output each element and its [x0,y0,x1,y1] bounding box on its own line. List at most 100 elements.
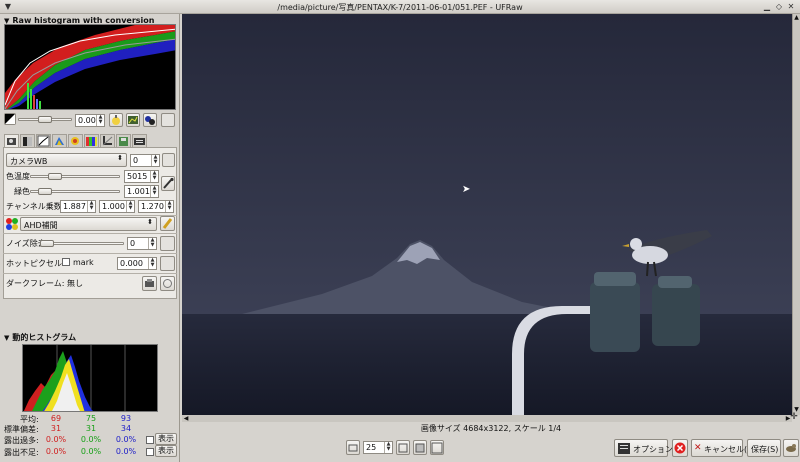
lightness-tab-icon [86,137,97,146]
tab-white-balance[interactable] [4,134,19,148]
show-underexposed-button[interactable]: 表示 [155,445,177,457]
exposure-field[interactable]: 0.00 ▲ ▼ [75,114,105,127]
denoise-field[interactable]: 0 ▲ ▼ [127,237,157,250]
exposure-icon [4,113,16,125]
hotpixel-field[interactable]: 0.000 ▲ ▼ [117,257,157,270]
title-bar: ▼ /media/picture/写真/PENTAX/K-7/2011-06-0… [0,0,800,14]
wb-reset-button[interactable] [162,153,175,167]
auto-exposure-icon [112,115,120,125]
mult-red-spin[interactable]: ▲ ▼ [87,201,95,212]
darkframe-label: ダークフレーム: 無し [6,279,83,288]
close-icon[interactable]: ✕ [786,2,796,12]
underexposed-checkbox[interactable] [146,448,154,456]
live-histogram-canvas[interactable] [22,344,158,412]
denoise-spin[interactable]: ▲ ▼ [148,238,156,249]
under-red: 0.0% [45,447,67,456]
over-green: 0.0% [80,435,102,444]
scroll-up-icon[interactable]: ▲ [793,14,800,22]
clip-highlights-button[interactable] [126,113,140,127]
reset-icon [163,279,172,288]
zoom-field[interactable]: 25 ▲ ▼ [363,441,393,454]
live-histogram-expander[interactable]: ▼ 動的ヒストグラム [4,332,76,343]
send-to-gimp-button[interactable] [783,439,799,457]
save-button[interactable]: 保存(S) [747,439,781,457]
tab-base-curve[interactable] [36,134,51,148]
base-curve-tab-icon [37,135,50,147]
separator [3,233,177,234]
restore-details-button[interactable] [143,113,157,127]
over-red: 0.0% [45,435,67,444]
std-blue: 34 [120,424,132,433]
options-button[interactable]: オプション [614,439,673,457]
wb-picker-button[interactable] [161,176,175,191]
save-tab-icon [119,137,128,146]
green-slider-knob[interactable] [38,188,52,195]
cancel-button[interactable]: ✕ キャンセル(C) [691,439,756,457]
mult-blue-value: 1.270 [141,202,164,211]
denoise-reset-button[interactable] [160,236,175,251]
temperature-slider-knob[interactable] [48,173,62,180]
zoom-spin[interactable]: ▲ ▼ [384,442,392,453]
tab-crop-rotate[interactable] [100,134,115,148]
darkframe-load-button[interactable] [142,276,157,291]
cancel-icon: ✕ [694,443,702,453]
mult-green-value: 1.000 [102,202,125,211]
scroll-left-icon[interactable]: ◀ [182,415,190,422]
denoise-slider-knob[interactable] [40,240,54,247]
hotpixel-reset-button[interactable] [160,256,175,271]
tab-grayscale[interactable] [20,134,35,148]
hotpixel-spin[interactable]: ▲ ▼ [148,258,156,269]
zoom-in-button[interactable] [396,440,410,455]
exposure-value: 0.00 [78,116,96,125]
left-panel: ▼Raw histogram with conversion curves 0.… [0,14,180,462]
wb-finetune-value: 0 [133,156,139,165]
mult-blue-spin[interactable]: ▲ ▼ [165,201,173,212]
green-spin[interactable]: ▲ ▼ [150,186,158,197]
brush-icon [162,218,173,229]
exposure-spin[interactable]: ▲ ▼ [96,115,104,126]
maximize-icon[interactable]: ◇ [774,2,784,12]
eyedropper-icon [163,177,174,189]
temperature-field[interactable]: 5015 ▲ ▼ [124,170,159,183]
exposure-slider-knob[interactable] [38,116,52,123]
tab-lightness[interactable] [84,134,99,148]
mult-red-field[interactable]: 1.887 ▲ ▼ [60,200,96,213]
mult-green-spin[interactable]: ▲ ▼ [126,201,134,212]
tab-exif[interactable] [132,134,147,148]
horizontal-scrollbar[interactable]: ◀ ▶ [182,415,792,422]
zoom-out-button[interactable] [346,440,360,455]
interpolation-combo[interactable]: AHD補間 ⬍ [20,217,157,231]
mark-checkbox[interactable] [62,258,70,266]
vertical-scrollbar[interactable]: ▲ ▼ [792,14,800,415]
minimize-icon[interactable]: ▁ [762,2,772,12]
zoom-fit-button[interactable] [430,440,444,455]
exif-tab-icon [134,138,145,145]
overexposed-label: 露出過多: [4,436,39,445]
window-title: /media/picture/写真/PENTAX/K-7/2011-06-01/… [277,3,523,12]
tab-save-options[interactable] [116,134,131,148]
mark-label: mark [73,258,94,267]
image-preview[interactable]: ➤ [182,14,792,415]
tab-corrections[interactable] [68,134,83,148]
auto-exposure-button[interactable] [109,113,123,127]
mult-blue-field[interactable]: 1.270 ▲ ▼ [138,200,174,213]
raw-histogram-canvas[interactable] [4,24,176,110]
show-overexposed-button[interactable]: 表示 [155,433,177,445]
darkframe-reset-button[interactable] [160,276,175,291]
temperature-slider-track[interactable] [30,175,120,178]
delete-button[interactable] [672,439,688,457]
wb-finetune-field[interactable]: 0 ▲ ▼ [130,154,160,167]
interpolation-value: AHD補間 [24,221,58,230]
options-label: オプション [633,445,673,454]
zoom-100-button[interactable] [413,440,427,455]
wb-finetune-spin[interactable]: ▲ ▼ [151,155,159,166]
mult-green-field[interactable]: 1.000 ▲ ▼ [99,200,135,213]
reset-exposure-button[interactable] [161,113,175,127]
tab-color-management[interactable] [52,134,67,148]
temperature-label: 色温度 [6,172,30,181]
overexposed-checkbox[interactable] [146,436,154,444]
wb-preset-combo[interactable]: カメラWB ⬍ [6,153,127,167]
green-field[interactable]: 1.001 ▲ ▼ [124,185,159,198]
temperature-spin[interactable]: ▲ ▼ [150,171,158,182]
smoothing-button[interactable] [160,216,175,231]
